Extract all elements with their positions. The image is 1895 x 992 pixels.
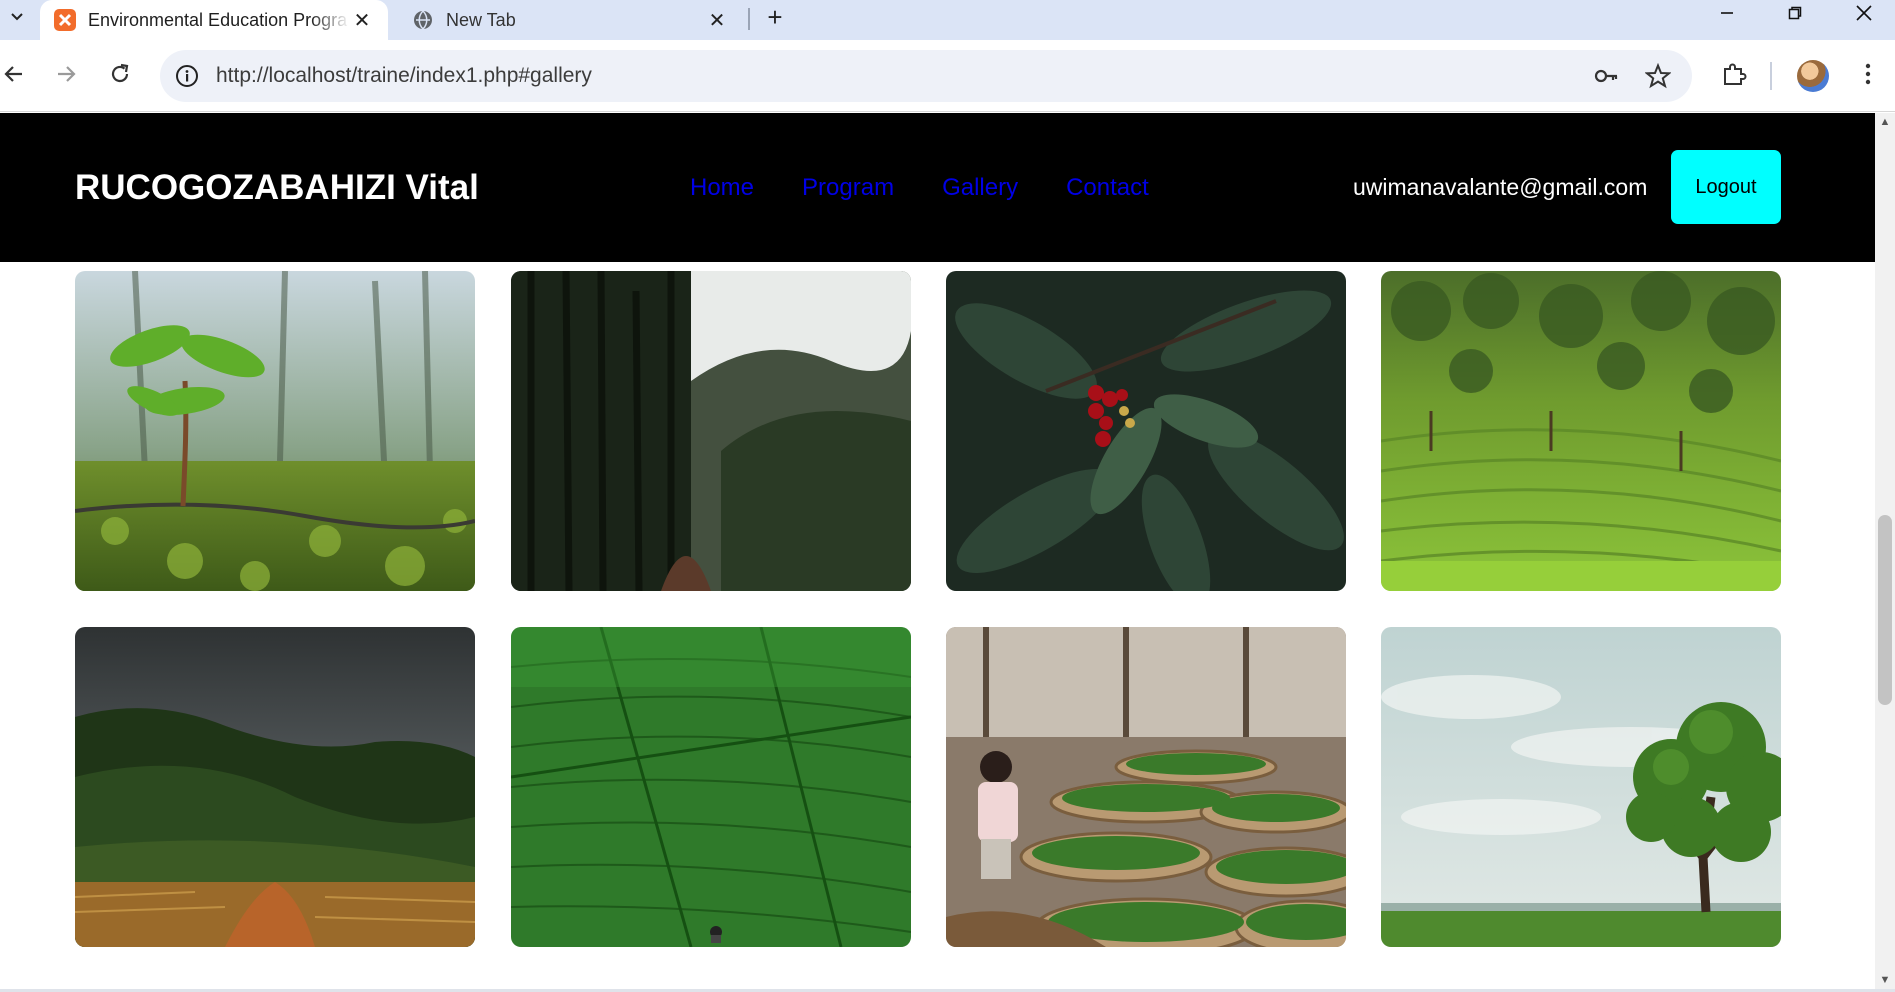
puzzle-icon: [1724, 63, 1747, 85]
xampp-icon: [54, 9, 76, 31]
gallery-image-tea-hillside[interactable]: [1381, 271, 1781, 591]
tab-search-chevron-icon[interactable]: [0, 0, 34, 34]
profile-avatar[interactable]: [1797, 60, 1829, 92]
url-text[interactable]: http://localhost/traine/index1.php#galle…: [216, 50, 592, 102]
logout-button[interactable]: Logout: [1671, 150, 1781, 224]
tab-title: Environmental Education Progra: [88, 9, 348, 30]
arrow-left-icon: [4, 66, 22, 82]
gallery-image-tea-sorting[interactable]: [946, 627, 1346, 947]
scrollbar-thumb[interactable]: [1878, 515, 1892, 705]
close-tab-icon[interactable]: ✕: [350, 8, 374, 32]
restore-icon: [1788, 6, 1802, 20]
gallery-image-coffee[interactable]: [946, 271, 1346, 591]
close-tab-icon[interactable]: ✕: [705, 8, 729, 32]
scroll-up-arrow-icon[interactable]: ▲: [1875, 113, 1895, 131]
user-email: uwimanavalante@gmail.com: [1353, 174, 1648, 200]
tea-field-photo: [511, 627, 911, 947]
toolbar-divider: [1770, 62, 1772, 90]
browser-tab-newtab[interactable]: New Tab ✕: [398, 0, 743, 40]
scroll-down-arrow-icon[interactable]: ▼: [1875, 971, 1895, 989]
extensions-button[interactable]: [1714, 54, 1754, 94]
key-icon[interactable]: [1592, 62, 1620, 90]
close-icon: [1856, 5, 1872, 21]
tab-title: New Tab: [446, 9, 516, 30]
browser-toolbar: http://localhost/traine/index1.php#galle…: [0, 40, 1895, 112]
main-nav: Home Program Gallery Contact: [690, 113, 1149, 262]
browser-tab-active[interactable]: Environmental Education Progra ✕: [40, 0, 388, 40]
site-navbar: RUCOGOZABAHIZI Vital Home Program Galler…: [0, 113, 1875, 262]
lone-tree-photo: [1381, 627, 1781, 947]
more-vert-icon: [1865, 63, 1871, 85]
gallery-image-mountain[interactable]: [75, 627, 475, 947]
gallery-image-tea-field[interactable]: [511, 627, 911, 947]
site-brand: RUCOGOZABAHIZI Vital: [75, 168, 479, 207]
seedling-photo: [75, 271, 475, 591]
tea-hillside-photo: [1381, 271, 1781, 591]
browser-tab-strip: Environmental Education Progra ✕ New Tab…: [0, 0, 1895, 40]
restore-window-button[interactable]: [1764, 0, 1826, 26]
reload-button[interactable]: [100, 54, 140, 94]
globe-icon: [412, 9, 434, 31]
tab-separator: [748, 8, 750, 30]
back-button[interactable]: [0, 54, 34, 94]
reload-icon: [111, 63, 129, 83]
page-viewport: RUCOGOZABAHIZI Vital Home Program Galler…: [0, 113, 1875, 989]
browser-menu-button[interactable]: [1848, 54, 1888, 94]
forward-button[interactable]: [46, 54, 86, 94]
minimize-icon: [1721, 12, 1733, 14]
mountain-photo: [75, 627, 475, 947]
gallery-image-seedling[interactable]: [75, 271, 475, 591]
arrow-right-icon: [58, 66, 76, 82]
site-info-icon[interactable]: [172, 61, 202, 91]
nav-link-program[interactable]: Program: [802, 174, 894, 202]
close-window-button[interactable]: [1833, 0, 1895, 26]
forest-photo: [511, 271, 911, 591]
new-tab-button[interactable]: +: [760, 2, 790, 32]
nav-link-contact[interactable]: Contact: [1066, 174, 1149, 202]
address-bar[interactable]: http://localhost/traine/index1.php#galle…: [160, 50, 1692, 102]
page-scrollbar[interactable]: ▲ ▼: [1875, 113, 1895, 989]
minimize-window-button[interactable]: [1696, 0, 1758, 26]
nav-link-gallery[interactable]: Gallery: [942, 174, 1018, 202]
tea-sorting-photo: [946, 627, 1346, 947]
star-bookmark-icon[interactable]: [1644, 62, 1672, 90]
coffee-photo: [946, 271, 1346, 591]
gallery-image-forest[interactable]: [511, 271, 911, 591]
gallery-image-lone-tree[interactable]: [1381, 627, 1781, 947]
nav-link-home[interactable]: Home: [690, 174, 754, 202]
